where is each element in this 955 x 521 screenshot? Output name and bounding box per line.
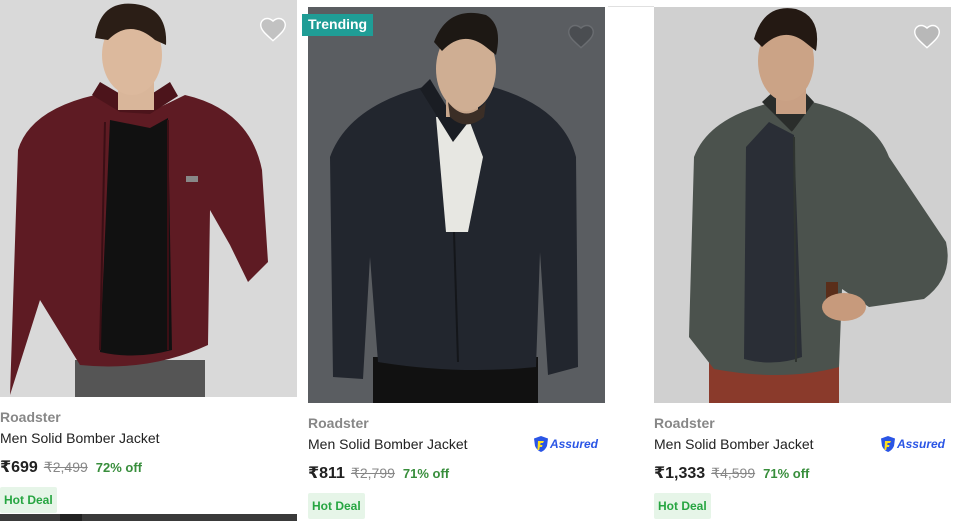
product-price: ₹1,333: [654, 465, 706, 482]
product-brand: Roadster: [654, 415, 715, 431]
hot-deal-badge: Hot Deal: [308, 493, 365, 519]
product-discount: 72% off: [95, 460, 143, 475]
heart-icon: [260, 17, 286, 42]
product-title[interactable]: Men Solid Bomber Jacket: [0, 429, 160, 447]
product-photo-jacket-olive: [654, 7, 951, 403]
product-discount: 71% off: [763, 466, 810, 481]
product-brand: Roadster: [308, 415, 369, 431]
product-card-2[interactable]: Roadster Men Solid Bomber Jacket Assured…: [308, 0, 608, 519]
product-image[interactable]: [308, 7, 605, 403]
product-mrp: ₹2,799: [350, 465, 395, 481]
heart-icon: [568, 24, 594, 49]
trending-badge: Trending: [302, 14, 374, 36]
heart-icon: [914, 24, 940, 49]
product-title[interactable]: Men Solid Bomber Jacket: [654, 435, 814, 453]
assured-badge: Assured: [533, 435, 598, 453]
product-price: ₹699: [0, 459, 38, 476]
hot-deal-badge: Hot Deal: [0, 487, 57, 513]
product-photo-jacket-navy: [308, 7, 605, 403]
assured-label: Assured: [549, 437, 598, 451]
product-mrp: ₹4,599: [711, 465, 756, 481]
wishlist-button[interactable]: [567, 23, 595, 49]
flipkart-assured-icon: [533, 436, 548, 452]
next-row-image-edge: [0, 514, 297, 521]
wishlist-button[interactable]: [259, 16, 287, 42]
wishlist-button[interactable]: [913, 23, 941, 49]
product-brand: Roadster: [0, 409, 61, 425]
assured-badge: Assured: [880, 435, 945, 453]
flipkart-assured-icon: [880, 436, 895, 452]
product-grid: Roadster Men Solid Bomber Jacket ₹699 ₹2…: [0, 0, 955, 521]
product-image[interactable]: [654, 7, 951, 403]
product-image[interactable]: [0, 0, 297, 397]
product-card-1[interactable]: Roadster Men Solid Bomber Jacket ₹699 ₹2…: [0, 0, 297, 521]
divider: [608, 6, 654, 7]
product-discount: 71% off: [402, 466, 450, 481]
product-price: ₹811: [308, 465, 345, 482]
hot-deal-badge: Hot Deal: [654, 493, 711, 519]
product-card-3[interactable]: Roadster Men Solid Bomber Jacket Assured…: [654, 0, 955, 519]
product-mrp: ₹2,499: [43, 459, 88, 475]
product-title[interactable]: Men Solid Bomber Jacket: [308, 435, 468, 453]
product-photo-jacket-maroon: [0, 0, 297, 397]
assured-label: Assured: [896, 437, 945, 451]
